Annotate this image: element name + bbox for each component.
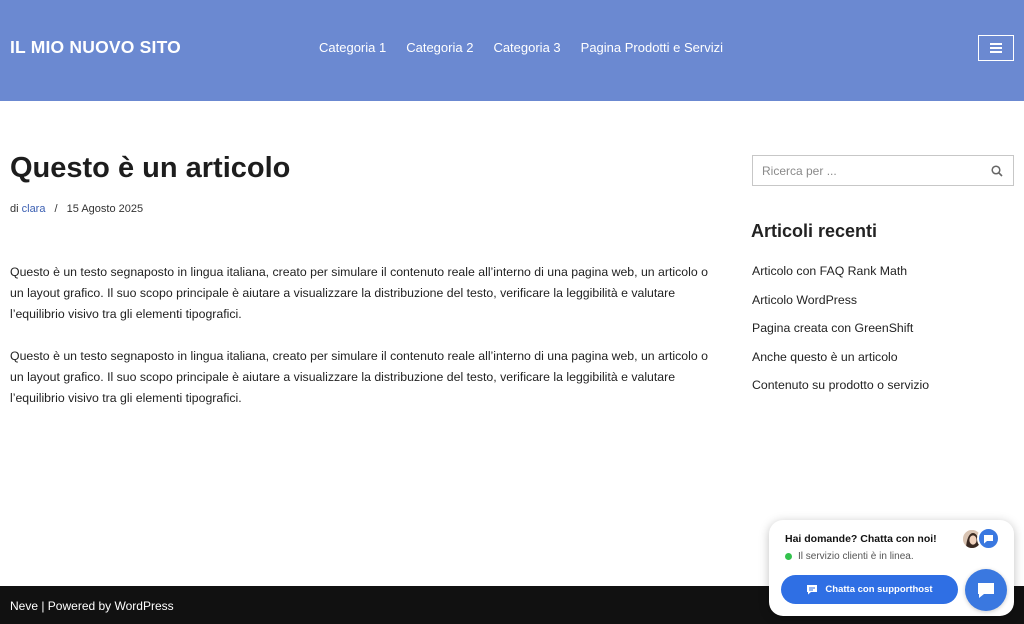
start-chat-button[interactable]: Chatta con supporthost (781, 575, 958, 604)
recent-post-link[interactable]: Articolo WordPress (752, 286, 929, 315)
hamburger-icon (990, 43, 1002, 53)
nav-item-categoria-2[interactable]: Categoria 2 (396, 40, 483, 55)
menu-toggle-button[interactable] (978, 35, 1014, 61)
nav-item-categoria-3[interactable]: Categoria 3 (483, 40, 570, 55)
site-title[interactable]: IL MIO NUOVO SITO (10, 37, 181, 58)
chat-launcher-button[interactable] (965, 569, 1007, 611)
recent-post-link[interactable]: Anche questo è un articolo (752, 343, 929, 372)
meta-separator: / (54, 203, 58, 215)
article-title: Questo è un articolo (10, 152, 291, 184)
online-status-dot (785, 553, 792, 560)
main-nav: Categoria 1 Categoria 2 Categoria 3 Pagi… (309, 40, 733, 55)
footer-credits: Neve | Powered by WordPress (10, 599, 174, 613)
nav-item-categoria-1[interactable]: Categoria 1 (309, 40, 396, 55)
recent-post-link[interactable]: Contenuto su prodotto o servizio (752, 371, 929, 400)
start-chat-label: Chatta con supporthost (825, 584, 933, 595)
chat-icon (807, 585, 818, 595)
recent-post-link[interactable]: Articolo con FAQ Rank Math (752, 257, 929, 286)
recent-post-link[interactable]: Pagina creata con GreenShift (752, 314, 929, 343)
article-paragraph: Questo è un testo segnaposto in lingua i… (10, 349, 708, 405)
chat-title: Hai domande? Chatta con noi! (785, 533, 937, 545)
article-meta: di clara / 15 Agosto 2025 (10, 203, 710, 215)
chat-bubble-icon (977, 527, 1000, 550)
author-link[interactable]: clara (22, 203, 46, 215)
search-input[interactable] (753, 156, 973, 185)
chat-status-text: Il servizio clienti è in linea. (798, 551, 914, 562)
search-box (752, 155, 1014, 186)
article-paragraph: Questo è un testo segnaposto in lingua i… (10, 265, 708, 321)
nav-item-pagina-prodotti[interactable]: Pagina Prodotti e Servizi (571, 40, 733, 55)
chat-launcher-icon (978, 583, 994, 598)
recent-posts-list: Articolo con FAQ Rank Math Articolo Word… (752, 257, 929, 400)
recent-posts-heading: Articoli recenti (751, 221, 878, 241)
chat-status: Il servizio clienti è in linea. (785, 551, 914, 562)
meta-prefix: di (10, 203, 19, 215)
search-icon[interactable] (991, 164, 1003, 182)
site-header: IL MIO NUOVO SITO Categoria 1 Categoria … (0, 0, 1024, 101)
article: Questo è un articolo di clara / 15 Agost… (10, 152, 710, 430)
article-date: 15 Agosto 2025 (66, 203, 144, 215)
